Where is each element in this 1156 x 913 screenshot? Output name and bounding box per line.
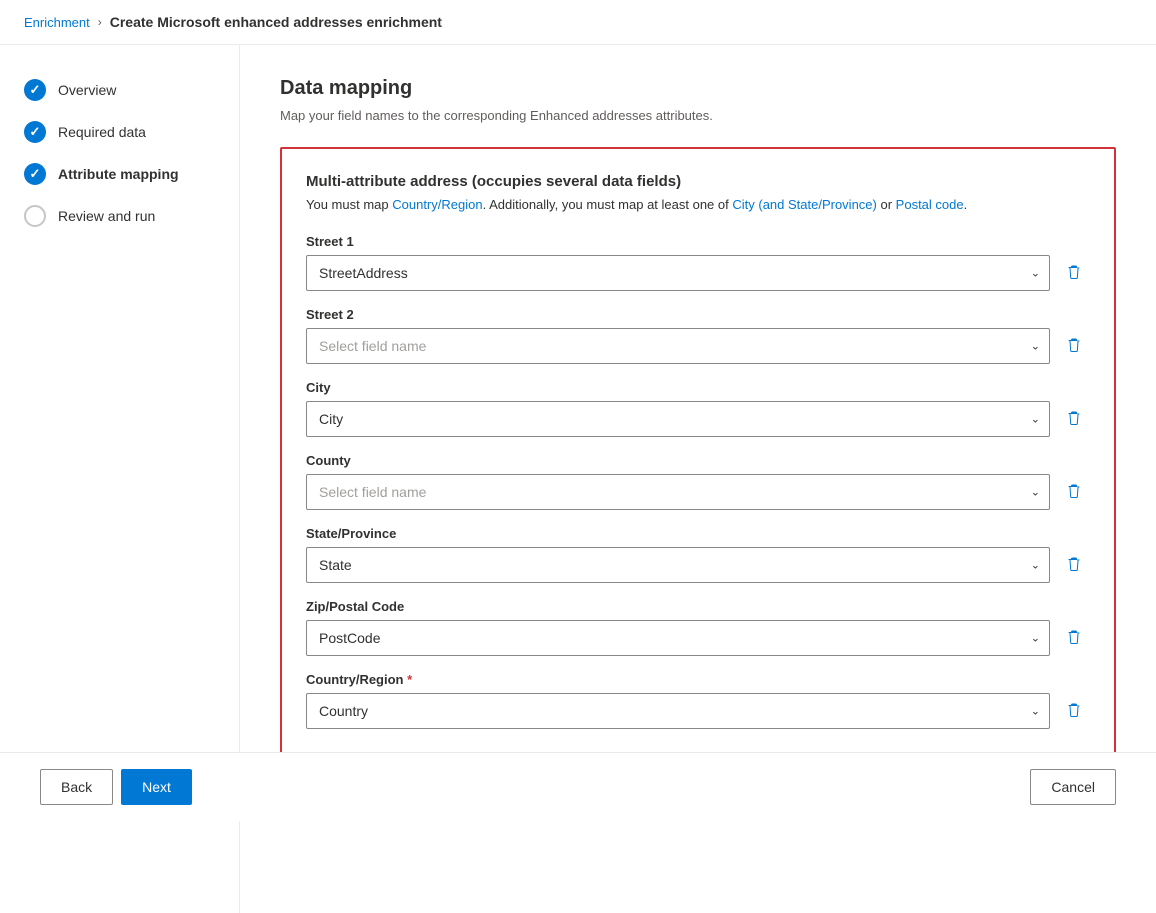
- select-state-province[interactable]: StateState: [306, 547, 1050, 583]
- delete-button-street1[interactable]: [1058, 257, 1090, 289]
- select-city[interactable]: CityCity: [306, 401, 1050, 437]
- footer-right-buttons: Cancel: [1030, 769, 1116, 805]
- page-subtitle: Map your field names to the correspondin…: [280, 108, 1116, 123]
- field-group-state-province: State/Province StateState⌄: [306, 526, 1090, 583]
- select-wrapper-street2: Select field name⌄: [306, 328, 1050, 364]
- sidebar-label-required-data: Required data: [58, 124, 146, 140]
- select-county[interactable]: Select field name: [306, 474, 1050, 510]
- select-wrapper-country-region: CountryCountry⌄: [306, 693, 1050, 729]
- field-row-city: CityCity⌄: [306, 401, 1090, 437]
- card-subtitle: You must map Country/Region. Additionall…: [306, 196, 1090, 214]
- subtitle-link-postal[interactable]: Postal code: [896, 197, 964, 212]
- subtitle-period: .: [964, 197, 968, 212]
- fields-container: Street 1StreetAddressStreetAddress⌄Stree…: [306, 234, 1090, 729]
- subtitle-end: or: [877, 197, 896, 212]
- delete-button-zip-postal[interactable]: [1058, 622, 1090, 654]
- subtitle-plain: You must map: [306, 197, 392, 212]
- card-title: Multi-attribute address (occupies severa…: [306, 173, 1090, 190]
- next-button[interactable]: Next: [121, 769, 192, 805]
- field-group-street1: Street 1 StreetAddressStreetAddress⌄: [306, 234, 1090, 291]
- delete-button-county[interactable]: [1058, 476, 1090, 508]
- field-label-state-province: State/Province: [306, 526, 1090, 541]
- field-group-country-region: Country/Region * CountryCountry⌄: [306, 672, 1090, 729]
- delete-button-country-region[interactable]: [1058, 695, 1090, 727]
- breadcrumb-separator: ›: [98, 15, 102, 29]
- field-label-country-region: Country/Region *: [306, 672, 1090, 687]
- select-wrapper-state-province: StateState⌄: [306, 547, 1050, 583]
- sidebar-item-required-data[interactable]: ✓ Required data: [0, 111, 239, 153]
- check-icon-3: ✓: [30, 166, 41, 182]
- delete-button-city[interactable]: [1058, 403, 1090, 435]
- field-group-street2: Street 2 Select field name⌄: [306, 307, 1090, 364]
- field-label-street1: Street 1: [306, 234, 1090, 249]
- field-label-street2: Street 2: [306, 307, 1090, 322]
- field-label-county: County: [306, 453, 1090, 468]
- step-circle-overview: ✓: [24, 79, 46, 101]
- field-row-street2: Select field name⌄: [306, 328, 1090, 364]
- step-circle-required-data: ✓: [24, 121, 46, 143]
- field-row-street1: StreetAddressStreetAddress⌄: [306, 255, 1090, 291]
- sidebar-label-review-run: Review and run: [58, 208, 155, 224]
- field-row-country-region: CountryCountry⌄: [306, 693, 1090, 729]
- back-button[interactable]: Back: [40, 769, 113, 805]
- delete-button-state-province[interactable]: [1058, 549, 1090, 581]
- sidebar-item-attribute-mapping[interactable]: ✓ Attribute mapping: [0, 153, 239, 195]
- select-wrapper-county: Select field name⌄: [306, 474, 1050, 510]
- field-group-county: County Select field name⌄: [306, 453, 1090, 510]
- subtitle-link-city[interactable]: City (and State/Province): [732, 197, 877, 212]
- sidebar-label-attribute-mapping: Attribute mapping: [58, 166, 179, 182]
- mapping-card: Multi-attribute address (occupies severa…: [280, 147, 1116, 797]
- check-icon-2: ✓: [30, 124, 41, 140]
- field-label-city: City: [306, 380, 1090, 395]
- delete-button-street2[interactable]: [1058, 330, 1090, 362]
- select-wrapper-city: CityCity⌄: [306, 401, 1050, 437]
- sidebar-item-review-run[interactable]: Review and run: [0, 195, 239, 237]
- cancel-button[interactable]: Cancel: [1030, 769, 1116, 805]
- field-row-state-province: StateState⌄: [306, 547, 1090, 583]
- breadcrumb-current: Create Microsoft enhanced addresses enri…: [110, 14, 442, 30]
- breadcrumb: Enrichment › Create Microsoft enhanced a…: [0, 0, 1156, 45]
- select-country-region[interactable]: CountryCountry: [306, 693, 1050, 729]
- select-wrapper-zip-postal: PostCodePostCode⌄: [306, 620, 1050, 656]
- field-label-zip-postal: Zip/Postal Code: [306, 599, 1090, 614]
- field-group-city: City CityCity⌄: [306, 380, 1090, 437]
- sidebar-label-overview: Overview: [58, 82, 116, 98]
- field-row-county: Select field name⌄: [306, 474, 1090, 510]
- field-group-zip-postal: Zip/Postal Code PostCodePostCode⌄: [306, 599, 1090, 656]
- check-icon: ✓: [30, 82, 41, 98]
- field-row-zip-postal: PostCodePostCode⌄: [306, 620, 1090, 656]
- step-circle-review-run: [24, 205, 46, 227]
- subtitle-middle: . Additionally, you must map at least on…: [483, 197, 733, 212]
- page-title: Data mapping: [280, 77, 1116, 100]
- sidebar-item-overview[interactable]: ✓ Overview: [0, 69, 239, 111]
- footer-bar: Back Next Cancel: [0, 752, 1156, 821]
- select-street1[interactable]: StreetAddressStreetAddress: [306, 255, 1050, 291]
- step-circle-attribute-mapping: ✓: [24, 163, 46, 185]
- select-zip-postal[interactable]: PostCodePostCode: [306, 620, 1050, 656]
- select-street2[interactable]: Select field name: [306, 328, 1050, 364]
- select-wrapper-street1: StreetAddressStreetAddress⌄: [306, 255, 1050, 291]
- breadcrumb-link[interactable]: Enrichment: [24, 15, 90, 30]
- footer-left-buttons: Back Next: [40, 769, 192, 805]
- subtitle-link-country[interactable]: Country/Region: [392, 197, 482, 212]
